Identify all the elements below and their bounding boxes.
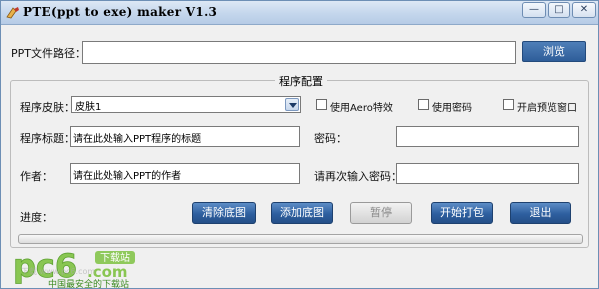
config-group-title: 程序配置 [275,73,327,89]
password-confirm-input[interactable] [396,163,579,184]
pause-button[interactable]: 暂停 [350,202,412,224]
close-button[interactable]: ✕ [572,2,596,18]
watermark-faded-text: 下载 www.pc6.com [21,267,96,276]
skin-select[interactable]: 皮肤1 [71,96,301,113]
maximize-button[interactable]: □ [548,2,570,18]
minimize-button[interactable]: — [522,2,546,18]
browse-button[interactable]: 浏览 [522,41,586,62]
author-label: 作者： [20,170,53,183]
password-confirm-label: 请再次输入密码： [314,170,402,183]
chevron-down-icon[interactable] [285,98,299,111]
preview-window-checkbox[interactable] [503,99,514,110]
aero-checkbox-label[interactable]: 使用Aero特效 [330,99,393,114]
ppt-path-input[interactable] [82,41,516,64]
skin-select-value: 皮肤1 [75,102,102,113]
svg-text:下载站: 下载站 [100,251,130,264]
clear-background-button[interactable]: 清除底图 [192,202,256,224]
ppt-path-label: PPT文件路径： [11,47,86,60]
exit-button[interactable]: 退出 [510,202,571,224]
use-password-checkbox-label[interactable]: 使用密码 [432,99,472,114]
skin-label: 程序皮肤： [20,101,75,114]
watermark-tagline: 中国最安全的下载站 [48,280,130,289]
title-bar[interactable]: PTE(ppt to exe) maker V1.3 — □ ✕ [1,1,598,25]
program-title-input[interactable]: 请在此处输入PPT程序的标题 [70,126,300,147]
start-pack-button[interactable]: 开始打包 [431,202,493,224]
program-title-label: 程序标题： [20,132,75,145]
app-icon [6,7,19,19]
password-input[interactable] [396,126,579,147]
progress-label: 进度： [20,211,53,224]
window-title: PTE(ppt to exe) maker V1.3 [23,5,218,19]
preview-window-checkbox-label[interactable]: 开启预览窗口 [517,99,577,114]
use-password-checkbox[interactable] [418,99,429,110]
app-window: PTE(ppt to exe) maker V1.3 — □ ✕ PPT文件路径… [0,0,599,289]
password-label: 密码： [314,132,347,145]
aero-checkbox[interactable] [316,99,327,110]
author-input[interactable]: 请在此处输入PPT的作者 [70,163,300,184]
add-background-button[interactable]: 添加底图 [271,202,333,224]
